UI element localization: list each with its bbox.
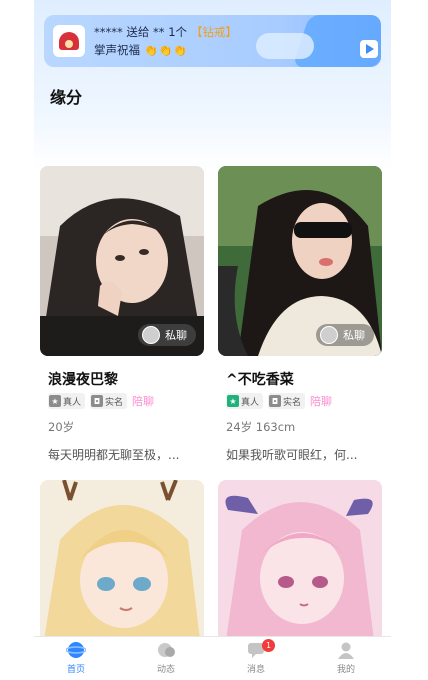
app-screen: ***** 送给 ** 1个 【钻戒】 掌声祝福 👏👏👏 缘分 私聊 浪漫夜巴黎 ★… <box>34 0 391 680</box>
gift-text: ***** 送给 ** 1个 <box>94 25 188 39</box>
unread-badge: 1 <box>262 639 275 652</box>
user-meta: 20岁 <box>48 420 75 434</box>
user-photo[interactable] <box>218 480 382 640</box>
real-person-label: 真人 <box>241 397 260 408</box>
user-card[interactable] <box>218 480 382 640</box>
gift-item-tag: 【钻戒】 <box>191 25 238 39</box>
gift-banner[interactable]: ***** 送给 ** 1个 【钻戒】 掌声祝福 👏👏👏 <box>44 15 381 67</box>
gift-message: ***** 送给 ** 1个 【钻戒】 <box>94 24 237 40</box>
bottom-tab-bar: 首页 动态 消息 1 我的 <box>34 636 391 680</box>
tab-moments-label: 动态 <box>156 665 175 675</box>
verified-id-badge: ◘ 实名 <box>268 393 306 409</box>
applause-text: 掌声祝福 <box>94 43 140 57</box>
user-photo[interactable]: 私聊 <box>40 166 204 356</box>
verified-id-label: 实名 <box>283 397 302 408</box>
real-person-badge: ★ 真人 <box>48 393 86 409</box>
tab-home-label: 首页 <box>66 665 85 675</box>
user-card[interactable] <box>40 480 204 640</box>
user-card[interactable]: 私聊 浪漫夜巴黎 ★ 真人 ◘ 实名 陪聊 20岁 每天明明都无聊至极，... <box>40 166 204 466</box>
user-name: 浪漫夜巴黎 <box>48 372 118 388</box>
star-icon: ★ <box>227 395 239 407</box>
verified-id-label: 实名 <box>105 397 124 408</box>
gift-icon <box>59 32 79 50</box>
play-icon <box>366 44 374 54</box>
moments-icon <box>158 643 175 657</box>
play-button[interactable] <box>360 40 378 58</box>
chat-avatar-icon <box>320 326 338 344</box>
user-meta: 24岁 163cm <box>226 420 296 434</box>
user-photo[interactable] <box>40 480 204 640</box>
gift-subline: 掌声祝福 👏👏👏 <box>94 42 188 58</box>
private-chat-button[interactable]: 私聊 <box>316 324 374 346</box>
id-icon: ◘ <box>269 395 282 407</box>
verified-id-badge: ◘ 实名 <box>90 393 128 409</box>
left-margin <box>0 0 34 680</box>
companion-tag: 陪聊 <box>310 395 333 408</box>
star-icon: ★ <box>49 395 61 407</box>
real-person-label: 真人 <box>63 397 82 408</box>
chat-avatar-icon <box>142 326 160 344</box>
companion-tag: 陪聊 <box>132 395 155 408</box>
section-title: 缘分 <box>50 84 87 108</box>
user-badges: ★ 真人 ◘ 实名 陪聊 <box>226 393 332 409</box>
tab-moments[interactable]: 动态 <box>136 641 196 675</box>
real-person-badge: ★ 真人 <box>226 393 264 409</box>
tab-messages-label: 消息 <box>246 665 265 675</box>
user-bio: 每天明明都无聊至极，... <box>48 448 180 462</box>
id-icon: ◘ <box>91 395 104 407</box>
gift-sender-avatar <box>53 25 85 57</box>
home-icon <box>66 642 86 658</box>
user-bio: 如果我听歌可眼红，何... <box>226 448 358 462</box>
user-photo-image <box>40 480 204 640</box>
tab-home[interactable]: 首页 <box>46 641 106 675</box>
tab-profile[interactable]: 我的 <box>316 641 376 675</box>
private-chat-button[interactable]: 私聊 <box>138 324 196 346</box>
profile-icon <box>338 642 354 659</box>
private-chat-label: 私聊 <box>343 329 365 342</box>
user-name: ^不吃香菜 <box>226 372 294 388</box>
clap-icons: 👏👏👏 <box>144 44 189 57</box>
tab-profile-label: 我的 <box>336 665 355 675</box>
user-badges: ★ 真人 ◘ 实名 陪聊 <box>48 393 154 409</box>
user-card[interactable]: 私聊 ^不吃香菜 ★ 真人 ◘ 实名 陪聊 24岁 163cm 如果我听歌可眼红，何… <box>218 166 382 466</box>
right-margin <box>391 0 428 680</box>
tab-messages[interactable]: 消息 1 <box>226 639 286 675</box>
cloud-decoration <box>256 33 314 59</box>
user-photo-image <box>218 480 382 640</box>
user-photo[interactable]: 私聊 <box>218 166 382 356</box>
private-chat-label: 私聊 <box>165 329 187 342</box>
